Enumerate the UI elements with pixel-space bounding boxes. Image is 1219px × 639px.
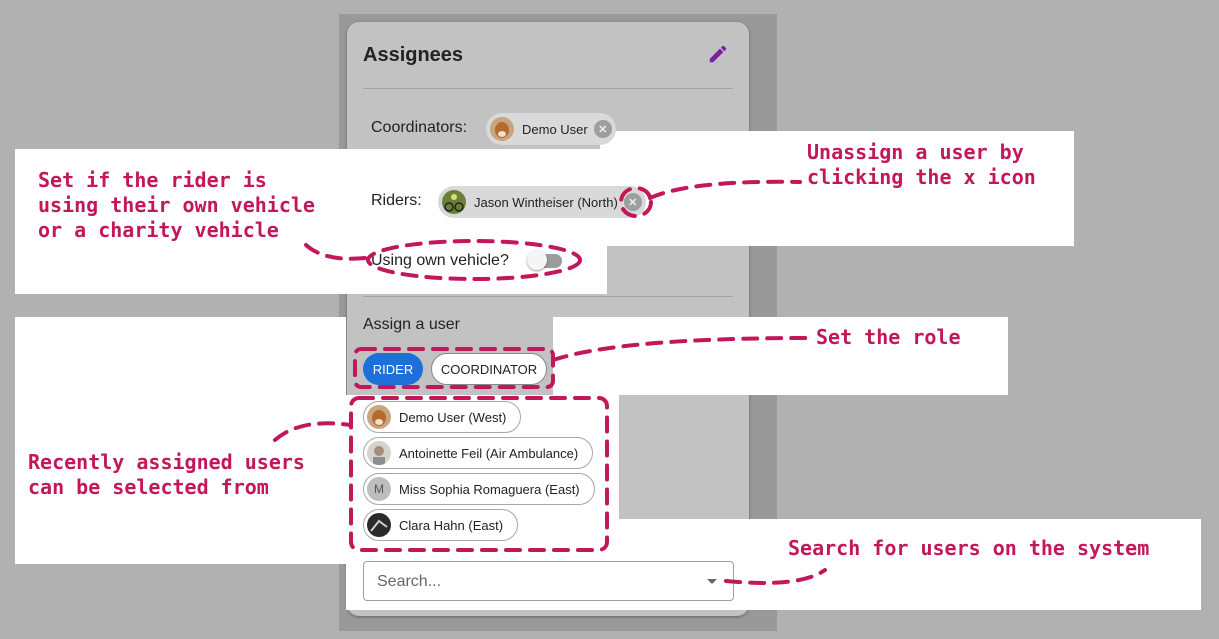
pencil-icon[interactable] (707, 43, 729, 65)
annotation-search: Search for users on the system (788, 536, 1150, 560)
chevron-down-icon[interactable] (707, 579, 717, 584)
chip-label: Demo User (522, 121, 588, 137)
chip-label: Clara Hahn (East) (399, 517, 504, 533)
own-vehicle-label: Using own vehicle? (371, 252, 509, 269)
avatar (367, 405, 391, 429)
own-vehicle-toggle[interactable] (527, 250, 563, 270)
card-title: Assignees (363, 44, 464, 66)
role-coordinator-button[interactable]: COORDINATOR (431, 353, 547, 385)
annotation-recent: Recently assigned users can be selected … (28, 450, 305, 499)
rider-chip: Jason Wintheiser (North) ✕ (438, 186, 646, 218)
close-icon[interactable]: ✕ (593, 120, 612, 138)
coordinator-chip: Demo User ✕ (486, 113, 616, 145)
recent-user-chip[interactable]: Demo User (West) (363, 401, 522, 433)
chip-label: Demo User (West) (399, 409, 507, 425)
coordinators-label: Coordinators: (371, 119, 468, 136)
close-icon[interactable]: ✕ (623, 193, 642, 211)
toggle-thumb (527, 250, 547, 270)
search-input[interactable]: Search... (363, 561, 734, 601)
divider (363, 88, 733, 89)
recent-user-chip[interactable]: M Miss Sophia Romaguera (East) (363, 473, 595, 505)
avatar (367, 441, 391, 465)
chip-label: Antoinette Feil (Air Ambulance) (399, 445, 579, 461)
avatar (490, 117, 514, 141)
riders-label: Riders: (371, 192, 422, 209)
annotation-role: Set the role (816, 325, 961, 349)
divider (363, 296, 733, 297)
recent-user-chip[interactable]: Antoinette Feil (Air Ambulance) (363, 437, 594, 469)
chip-label: Miss Sophia Romaguera (East) (399, 481, 580, 497)
search-placeholder: Search... (377, 573, 442, 590)
avatar-letter: M (367, 477, 391, 501)
role-rider-button[interactable]: RIDER (363, 353, 423, 385)
recent-user-chip[interactable]: Clara Hahn (East) (363, 509, 519, 541)
chip-label: Jason Wintheiser (North) (474, 194, 618, 210)
annotation-unassign: Unassign a user by clicking the x icon (807, 140, 1036, 189)
callout-box-recent (15, 317, 346, 564)
assign-heading: Assign a user (363, 316, 460, 333)
avatar (442, 190, 466, 214)
annotation-vehicle: Set if the rider is using their own vehi… (38, 168, 315, 242)
avatar (367, 513, 391, 537)
